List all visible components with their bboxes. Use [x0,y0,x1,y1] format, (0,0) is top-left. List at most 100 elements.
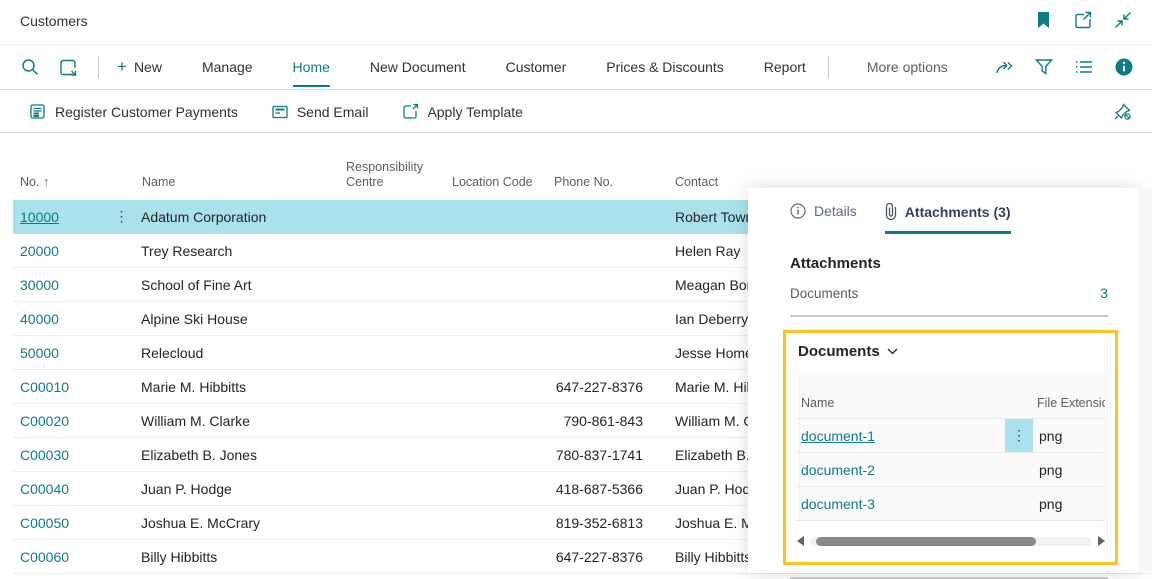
scrollbar-thumb[interactable] [815,536,1036,546]
menu-item[interactable]: +Customer [506,47,567,87]
customer-no-link[interactable]: C00020 [20,413,69,429]
payments-icon [30,103,47,120]
customer-name-cell: Alpine Ski House [141,310,248,327]
email-icon [272,105,289,119]
row-menu-icon[interactable]: ⋮ [108,208,135,225]
document-ext-cell: png [1039,461,1063,478]
column-header-name[interactable]: Name [135,175,339,200]
plus-icon: + [117,57,127,76]
title-bar: Customers [0,0,1152,44]
quick-action-bar: Register Customer Payments Send Email Ap… [0,91,1152,133]
scroll-right-icon[interactable] [1098,536,1105,546]
customer-name-cell: Trey Research [141,242,233,259]
page-background-strip [1138,188,1152,571]
customer-no-link[interactable]: C00040 [20,481,69,497]
scroll-left-icon[interactable] [797,536,804,546]
customer-no-link[interactable]: 30000 [20,277,59,293]
document-name-link[interactable]: document-3 [801,496,875,512]
customer-no-link[interactable]: C00010 [20,379,69,395]
doc-column-header-spacer [1005,396,1033,418]
documents-fasttab: Documents Name File Extension document-1… [783,330,1118,565]
customer-no-link[interactable]: 10000 [20,209,59,225]
doc-column-header-name[interactable]: Name [797,396,1005,418]
menu-item[interactable]: +Home [292,47,330,87]
apply-template-button[interactable]: Apply Template [402,103,523,120]
document-row[interactable]: document-1 ⋮ png [797,418,1105,452]
factbox-tabs: Details Attachments (3) [790,203,1108,234]
customer-name-cell: Relecloud [141,344,204,361]
document-ext-cell: png [1039,427,1063,444]
send-email-button[interactable]: Send Email [272,104,368,120]
titlebar-icons [1034,11,1132,29]
filter-icon[interactable] [1034,57,1054,77]
scrollbar-track[interactable] [810,536,1092,546]
documents-fasttab-header[interactable]: Documents [798,343,1105,360]
document-name-link[interactable]: document-1 [801,428,875,444]
menu-item[interactable]: +Report [764,47,806,87]
customer-name-cell: William M. Clarke [141,412,250,429]
more-options-button[interactable]: More options [867,59,948,75]
info-circle-icon [790,203,806,219]
doc-column-header-file-extension[interactable]: File Extension [1033,396,1105,418]
toolbar-divider [98,56,99,78]
customer-no-link[interactable]: 20000 [20,243,59,259]
customer-name-cell: Adatum Corporation [141,208,267,225]
document-row[interactable]: document-3 ⋮ png [797,486,1105,520]
analyze-icon[interactable] [58,57,78,77]
customer-no-link[interactable]: C00030 [20,447,69,463]
column-header-phone-no[interactable]: Phone No. [547,175,645,200]
phone-no-cell: 819-352-6813 [555,514,643,531]
column-header-responsibility-centre[interactable]: Responsibility Centre [339,160,445,200]
attachments-section-title: Attachments [790,255,881,272]
documents-label: Documents [790,285,859,301]
customer-name-cell: Billy Hibbitts [141,548,218,565]
document-row-menu-icon[interactable]: ⋮ [1005,419,1033,452]
documents-count-row: Documents 3 [790,285,1108,301]
phone-no-cell: 647-227-8376 [555,548,643,565]
customer-name-cell: Juan P. Hodge [141,480,232,497]
column-header-location-code[interactable]: Location Code [445,175,547,200]
customer-no-link[interactable]: C00050 [20,515,69,531]
menu-item[interactable]: + New [117,45,162,89]
customer-no-link[interactable]: 40000 [20,311,59,327]
action-menu: +New +Manage +Home +New Document +Custom… [117,45,806,89]
tab-attachments[interactable]: Attachments (3) [884,203,1011,234]
phone-no-cell: 790-861-843 [563,412,643,429]
sort-asc-icon: ↑ [42,175,50,190]
customer-name-cell: Joshua E. McCrary [141,514,261,531]
factbox-panel: Details Attachments (3) Attachments Docu… [748,188,1138,579]
menu-item[interactable]: +New Document [370,47,466,87]
documents-grid-footer-line [797,520,1105,521]
horizontal-scrollbar [797,534,1105,548]
documents-grid-body: document-1 ⋮ png document-2 ⋮ png docume… [797,418,1105,520]
list-icon[interactable] [1074,57,1094,77]
phone-no-cell: 647-227-8376 [555,378,643,395]
info-icon[interactable] [1114,57,1134,77]
tab-details[interactable]: Details [790,203,857,233]
document-row[interactable]: document-2 ⋮ png [797,452,1105,486]
phone-no-cell: 780-837-1741 [555,446,643,463]
search-icon[interactable] [20,57,40,77]
phone-no-cell: 418-687-5366 [555,480,643,497]
register-customer-payments-button[interactable]: Register Customer Payments [30,104,238,120]
share-icon[interactable] [994,57,1014,77]
actionbar-right-icons [994,57,1134,77]
document-ext-cell: png [1039,495,1063,512]
customer-no-link[interactable]: C00060 [20,549,69,565]
paperclip-icon [885,203,897,220]
page-title: Customers [20,13,88,29]
documents-count-link[interactable]: 3 [1100,285,1108,301]
chevron-down-icon [887,348,898,355]
bookmark-icon[interactable] [1034,11,1052,29]
customer-name-cell: Elizabeth B. Jones [141,446,257,463]
collapse-icon[interactable] [1114,11,1132,29]
customer-name-cell: Marie M. Hibbitts [141,378,247,395]
menu-item[interactable]: +Prices & Discounts [606,47,723,87]
menu-item[interactable]: +Manage [202,47,253,87]
action-bar: +New +Manage +Home +New Document +Custom… [0,44,1152,90]
document-name-link[interactable]: document-2 [801,462,875,478]
unpin-icon[interactable] [1113,102,1132,121]
column-header-no[interactable]: No. ↑ [13,175,108,200]
open-in-new-icon[interactable] [1074,11,1092,29]
customer-no-link[interactable]: 50000 [20,345,59,361]
